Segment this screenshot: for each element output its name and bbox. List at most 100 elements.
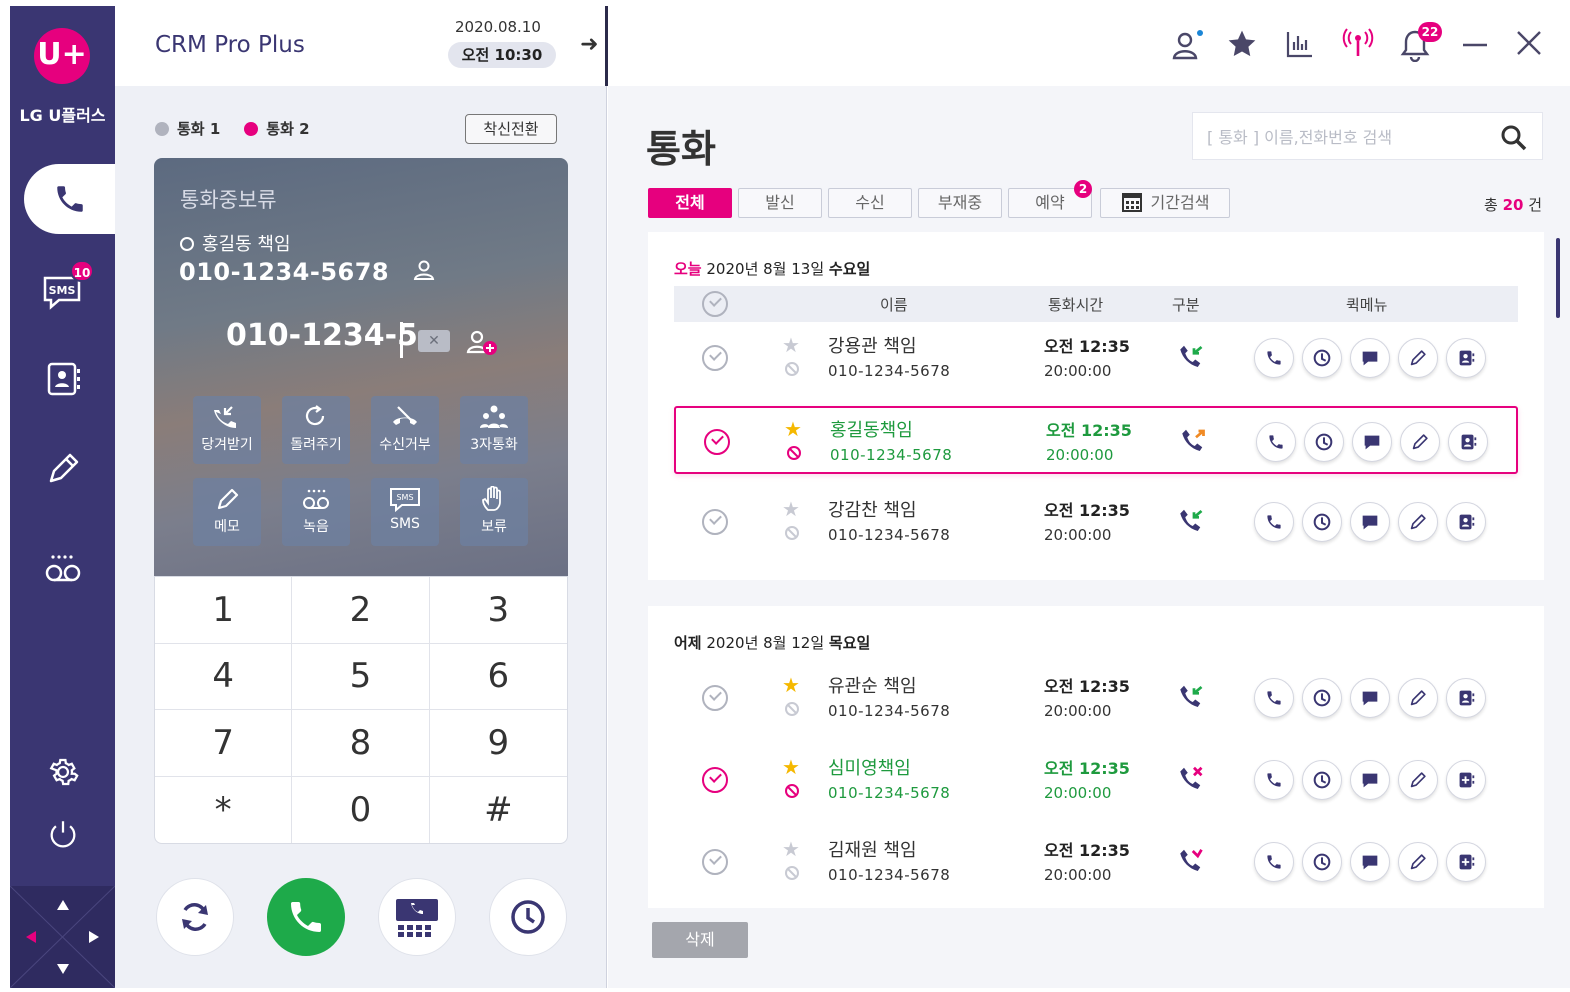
- block-icon[interactable]: [785, 362, 799, 376]
- row-checkbox[interactable]: [702, 509, 728, 535]
- collapse-arrow-icon[interactable]: ➜: [580, 32, 598, 57]
- quick-clock-icon[interactable]: [1302, 678, 1342, 718]
- block-icon[interactable]: [785, 702, 799, 716]
- sms-button[interactable]: SMS SMS: [371, 478, 439, 546]
- quick-add-contact-card-icon[interactable]: [1446, 760, 1486, 800]
- quick-message-icon[interactable]: [1350, 760, 1390, 800]
- pickup-button[interactable]: 당겨받기: [193, 396, 261, 464]
- line-1-tab[interactable]: 통화 1: [155, 118, 220, 139]
- quick-pencil-icon[interactable]: [1398, 678, 1438, 718]
- memo-button[interactable]: 메모: [193, 478, 261, 546]
- nav-item-call[interactable]: [24, 164, 115, 234]
- block-icon[interactable]: [785, 866, 799, 880]
- keypad-key[interactable]: 5: [292, 643, 430, 710]
- dial-input[interactable]: 010-1234-5: [226, 318, 418, 353]
- tab-period-search[interactable]: 기간검색: [1100, 188, 1230, 218]
- quick-clock-icon[interactable]: [1302, 760, 1342, 800]
- quick-contact-card-icon[interactable]: [1448, 422, 1488, 462]
- minimize-icon[interactable]: [1460, 28, 1490, 62]
- row-checkbox[interactable]: [704, 429, 730, 455]
- broadcast-icon[interactable]: [1340, 28, 1376, 64]
- keypad-key[interactable]: 0: [292, 776, 430, 843]
- favorite-star-icon[interactable]: ★: [782, 837, 800, 861]
- nav-item-memo[interactable]: [10, 434, 115, 504]
- nav-item-voicemail[interactable]: [10, 532, 115, 602]
- profile-icon[interactable]: [1170, 28, 1204, 66]
- quick-phone-icon[interactable]: [1254, 502, 1294, 542]
- call-forward-button[interactable]: 착신전환: [465, 114, 557, 144]
- block-icon[interactable]: [785, 526, 799, 540]
- table-row[interactable]: ★ 강감찬 책임 010-1234-5678 오전 12:35 20:00:00: [674, 488, 1518, 556]
- record-button[interactable]: 녹음: [282, 478, 350, 546]
- table-row[interactable]: ★ 유관순 책임 010-1234-5678 오전 12:35 20:00:00: [674, 664, 1518, 732]
- transfer-button[interactable]: 돌려주기: [282, 396, 350, 464]
- add-contact-icon[interactable]: [466, 328, 500, 362]
- quick-add-contact-card-icon[interactable]: [1446, 842, 1486, 882]
- quick-clock-icon[interactable]: [1302, 502, 1342, 542]
- quick-phone-icon[interactable]: [1256, 422, 1296, 462]
- quick-phone-icon[interactable]: [1254, 760, 1294, 800]
- quick-message-icon[interactable]: [1350, 338, 1390, 378]
- quick-message-icon[interactable]: [1350, 842, 1390, 882]
- keypad-key[interactable]: 6: [429, 644, 567, 710]
- nav-item-power[interactable]: [10, 802, 115, 866]
- keypad-key[interactable]: 2: [292, 577, 430, 644]
- backspace-icon[interactable]: ✕: [418, 330, 450, 352]
- statistics-icon[interactable]: [1284, 28, 1316, 64]
- quick-message-icon[interactable]: [1350, 678, 1390, 718]
- table-row[interactable]: ★ 김재원 책임 010-1234-5678 오전 12:35 20:00:00: [674, 828, 1518, 896]
- row-checkbox[interactable]: [702, 685, 728, 711]
- quick-phone-icon[interactable]: [1254, 338, 1294, 378]
- row-checkbox[interactable]: [702, 849, 728, 875]
- delete-button[interactable]: 삭제: [652, 922, 748, 958]
- keypad-key[interactable]: 9: [429, 710, 567, 777]
- quick-message-icon[interactable]: [1352, 422, 1392, 462]
- quick-clock-icon[interactable]: [1302, 338, 1342, 378]
- keypad-key[interactable]: 3: [429, 577, 567, 644]
- keypad-key[interactable]: #: [430, 777, 567, 844]
- keypad-key[interactable]: 8: [292, 710, 430, 777]
- keypad-key[interactable]: 1: [155, 577, 293, 644]
- star-icon[interactable]: [1226, 28, 1258, 64]
- favorite-star-icon[interactable]: ★: [784, 417, 802, 441]
- nav-item-contacts[interactable]: [10, 344, 115, 414]
- history-button[interactable]: [489, 878, 567, 956]
- block-icon[interactable]: [787, 446, 801, 460]
- quick-phone-icon[interactable]: [1254, 842, 1294, 882]
- hold-button[interactable]: 보류: [460, 478, 528, 546]
- favorite-star-icon[interactable]: ★: [782, 673, 800, 697]
- favorite-star-icon[interactable]: ★: [782, 755, 800, 779]
- nav-item-sms[interactable]: SMS 10: [10, 256, 115, 326]
- call-button[interactable]: [267, 878, 345, 956]
- quick-pencil-icon[interactable]: [1398, 760, 1438, 800]
- block-icon[interactable]: [785, 784, 799, 798]
- quick-contact-card-icon[interactable]: [1446, 502, 1486, 542]
- favorite-star-icon[interactable]: ★: [782, 497, 800, 521]
- reject-button[interactable]: 수신거부: [371, 396, 439, 464]
- search-icon[interactable]: [1499, 123, 1529, 157]
- conference-button[interactable]: 3자통화: [460, 396, 528, 464]
- keypad-key[interactable]: 4: [155, 643, 293, 710]
- table-row[interactable]: ★ 홍길동책임 010-1234-5678 오전 12:35 20:00:00: [674, 406, 1518, 474]
- scrollbar[interactable]: [1556, 238, 1560, 318]
- quick-pencil-icon[interactable]: [1400, 422, 1440, 462]
- keypad-key[interactable]: *: [155, 776, 293, 843]
- tab-all[interactable]: 전체: [648, 188, 732, 218]
- quick-pencil-icon[interactable]: [1398, 502, 1438, 542]
- quick-phone-icon[interactable]: [1254, 678, 1294, 718]
- keypad-key[interactable]: 7: [155, 710, 293, 777]
- row-checkbox[interactable]: [702, 767, 728, 793]
- row-checkbox[interactable]: [702, 345, 728, 371]
- tab-outgoing[interactable]: 발신: [738, 188, 822, 218]
- table-row[interactable]: ★ 강용관 책임 010-1234-5678 오전 12:35 20:00:00: [674, 324, 1518, 392]
- favorite-star-icon[interactable]: ★: [782, 333, 800, 357]
- quick-message-icon[interactable]: [1350, 502, 1390, 542]
- quick-pencil-icon[interactable]: [1398, 338, 1438, 378]
- quick-clock-icon[interactable]: [1302, 842, 1342, 882]
- quick-contact-card-icon[interactable]: [1446, 338, 1486, 378]
- line-2-tab[interactable]: 통화 2: [244, 118, 310, 139]
- close-icon[interactable]: [1514, 28, 1544, 62]
- nav-item-settings[interactable]: [10, 740, 115, 804]
- tab-incoming[interactable]: 수신: [828, 188, 912, 218]
- nav-scroll-arrows[interactable]: [9, 885, 116, 989]
